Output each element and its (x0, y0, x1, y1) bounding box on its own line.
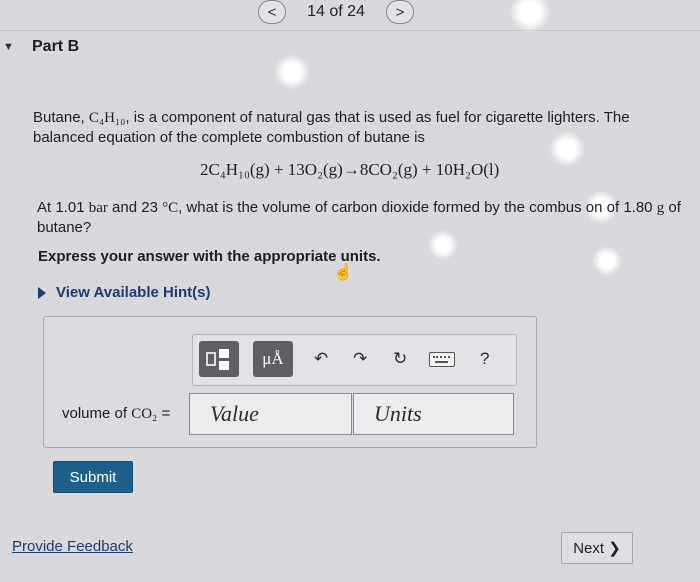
hand-cursor-icon: ☝ (333, 264, 353, 281)
question-text: , what is the volume of carbon dioxide f… (178, 199, 657, 216)
hints-toggle[interactable]: View Available Hint(s) (38, 284, 211, 301)
question-prompt: At 1.01 bar and 23 °C, what is the volum… (37, 198, 700, 237)
math-toolbar: μÅ ↶ ↷ ↻ ? (192, 334, 517, 386)
units-placeholder: Units (374, 401, 422, 426)
provide-feedback-link[interactable]: Provide Feedback (12, 538, 133, 555)
templates-button[interactable] (199, 341, 239, 377)
equals-sign: = (157, 405, 171, 422)
header-divider (0, 30, 700, 31)
question-text: Butane, (33, 109, 89, 126)
reset-icon[interactable]: ↻ (393, 349, 407, 369)
answer-instruction: Express your answer with the appropriate… (38, 248, 381, 265)
question-intro: Butane, C₄H₁₀, is a component of natural… (33, 108, 683, 147)
question-text: butane? (37, 219, 92, 236)
help-icon[interactable]: ? (480, 349, 489, 369)
redo-icon[interactable]: ↷ (353, 349, 367, 369)
units-input[interactable]: Units (353, 393, 514, 435)
template-icon (206, 349, 229, 370)
volume-label: volume of CO₂ = (62, 405, 170, 423)
screen-glare (274, 54, 310, 90)
screen-glare (508, 0, 552, 32)
value-placeholder: Value (210, 401, 259, 426)
part-title: Part B (32, 38, 80, 55)
keyboard-icon[interactable] (429, 352, 455, 367)
value-input[interactable]: Value (189, 393, 352, 435)
question-pager: < 14 of 24 > (258, 0, 414, 24)
combustion-equation: 2C₄H₁₀(g) + 13O₂(g)→8CO₂(g) + 10H₂O(l) (200, 160, 500, 179)
question-position: 14 of 24 (307, 3, 365, 20)
next-question-button[interactable]: > (386, 0, 414, 24)
screen-glare (592, 246, 622, 276)
pressure-unit: bar (88, 200, 108, 216)
question-text: of (664, 199, 681, 216)
collapse-caret-icon[interactable]: ▼ (3, 41, 14, 53)
hints-label: View Available Hint(s) (56, 284, 211, 301)
undo-icon[interactable]: ↶ (314, 349, 328, 369)
expand-triangle-icon (38, 286, 46, 299)
temperature-unit: °C (162, 200, 179, 216)
units-button-label: μÅ (262, 349, 284, 368)
label-text: volume of (62, 405, 132, 422)
question-text: At 1.01 (37, 199, 89, 216)
submit-button[interactable]: Submit (53, 461, 133, 493)
question-text: and 23 (107, 199, 163, 216)
previous-question-button[interactable]: < (258, 0, 286, 24)
butane-formula: C₄H₁₀ (88, 110, 126, 126)
units-button[interactable]: μÅ (253, 341, 293, 377)
next-button[interactable]: Next ❯ (561, 532, 633, 564)
co2-formula: CO₂ (131, 406, 158, 422)
